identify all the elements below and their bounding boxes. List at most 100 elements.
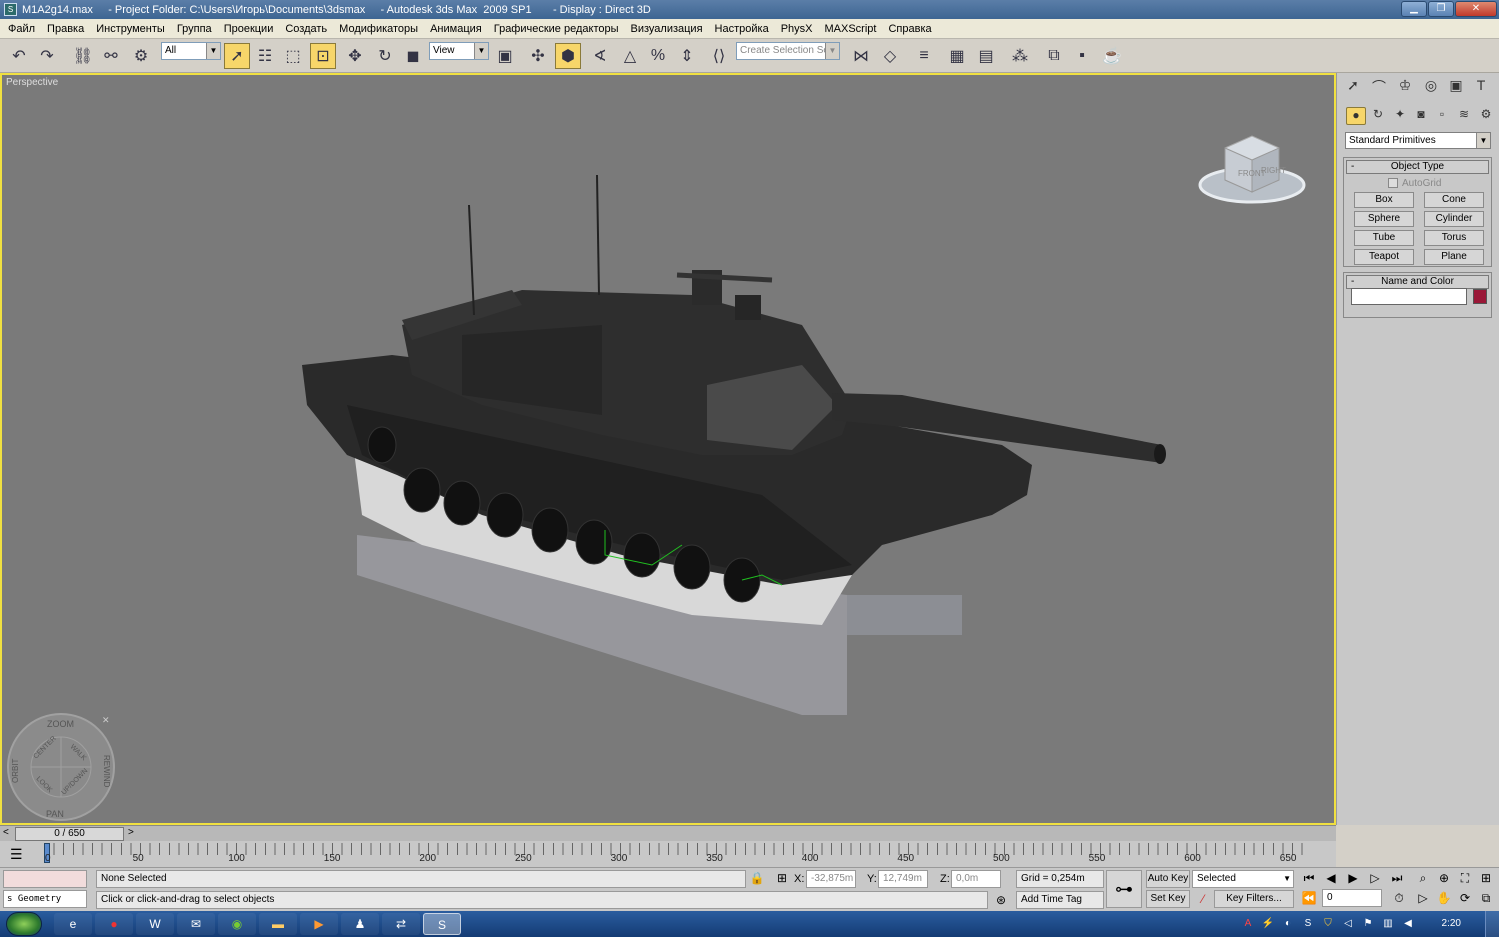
select-by-name-icon[interactable]: ☷ [252, 43, 278, 69]
go-to-end-icon[interactable]: ⏭ [1388, 869, 1406, 887]
primitive-tube-button[interactable]: Tube [1354, 230, 1414, 246]
zoom-icon[interactable]: ⌕ [1414, 869, 1432, 887]
wheel-pan[interactable]: PAN [46, 809, 64, 819]
menu-item-7[interactable]: Анимация [424, 23, 488, 35]
perspective-viewport[interactable]: Perspective FRONT RIGHT ZOOM PAN ORBIT R… [0, 73, 1336, 825]
object-color-swatch[interactable] [1473, 289, 1487, 304]
key-mode-dropdown[interactable]: Selected ▼ [1192, 870, 1294, 888]
explorer-icon[interactable]: ▬ [259, 913, 297, 935]
bind-spacewarp-icon[interactable]: ⚙ [128, 43, 154, 69]
prev-frame-icon[interactable]: ◀ [1322, 869, 1340, 887]
tray-security-icon[interactable]: ⛉ [1321, 917, 1335, 931]
time-config-icon[interactable]: ⏱ [1390, 889, 1408, 907]
show-desktop-button[interactable] [1485, 911, 1499, 937]
move-icon[interactable]: ✥ [342, 43, 368, 69]
manipulate-icon[interactable]: ✣ [525, 43, 551, 69]
opera-icon[interactable]: ● [95, 913, 133, 935]
time-prev-arrow[interactable]: < [3, 827, 9, 838]
lock-selection-icon[interactable]: 🔒 [748, 869, 766, 887]
time-slider[interactable]: < 0 / 650 > [0, 825, 1336, 841]
shapes-icon[interactable]: ↻ [1368, 107, 1388, 125]
category-dropdown[interactable]: Standard Primitives ▼ [1345, 132, 1491, 149]
select-object-icon[interactable]: ➚ [224, 43, 250, 69]
close-button[interactable]: ✕ [1455, 1, 1497, 17]
snap-3d-icon[interactable]: ∢ [587, 43, 613, 69]
menu-item-9[interactable]: Визуализация [625, 23, 709, 35]
taskbar-clock[interactable]: 2:20 [1442, 911, 1461, 937]
media-player-icon[interactable]: ▶ [300, 913, 338, 935]
next-frame-icon[interactable]: ▷ [1366, 869, 1384, 887]
scale-icon[interactable]: ◼ [400, 43, 426, 69]
primitive-box-button[interactable]: Box [1354, 192, 1414, 208]
tray-expand-icon[interactable]: ◁ [1341, 917, 1355, 931]
orbit-icon[interactable]: ⟳ [1456, 889, 1474, 907]
go-to-start-icon[interactable]: ⏮ [1300, 869, 1318, 887]
name-and-color-header[interactable]: - Name and Color [1346, 275, 1489, 289]
wheel-close-icon[interactable]: ✕ [102, 715, 110, 725]
menu-item-1[interactable]: Правка [41, 23, 90, 35]
lights-icon[interactable]: ✦ [1390, 107, 1410, 125]
pan-view-icon[interactable]: ✋ [1435, 889, 1453, 907]
menu-item-2[interactable]: Инструменты [90, 23, 171, 35]
auto-key-button[interactable]: Auto Key [1146, 870, 1190, 888]
display-tab-icon[interactable]: ▣ [1445, 77, 1467, 97]
wheel-zoom[interactable]: ZOOM [47, 719, 74, 729]
wheel-orbit[interactable]: ORBIT [11, 758, 20, 783]
people-icon[interactable]: ♟ [341, 913, 379, 935]
viewcube[interactable]: FRONT RIGHT [1197, 130, 1307, 210]
quick-render-icon[interactable]: ☕ [1099, 43, 1125, 69]
maximize-button[interactable]: ❐ [1428, 1, 1454, 17]
create-tab-icon[interactable]: ➚ [1342, 77, 1364, 97]
maxscript-mini-input[interactable]: s Geometry [3, 890, 87, 908]
align-icon[interactable]: ◇ [877, 43, 903, 69]
time-tag-icon[interactable]: ⊛ [992, 891, 1010, 909]
angle-snap-icon[interactable]: △ [617, 43, 643, 69]
geometry-icon[interactable]: ● [1346, 107, 1366, 125]
spinner-snap-icon[interactable]: ⇕ [674, 43, 700, 69]
word-icon[interactable]: W [136, 913, 174, 935]
3dsmax-task-icon[interactable]: S [423, 913, 461, 935]
primitive-torus-button[interactable]: Torus [1424, 230, 1484, 246]
primitive-sphere-button[interactable]: Sphere [1354, 211, 1414, 227]
tray-update-icon[interactable]: ⚡ [1261, 917, 1275, 931]
add-time-tag[interactable]: Add Time Tag [1016, 891, 1104, 909]
undo-icon[interactable]: ↶ [6, 43, 32, 69]
selection-filter-dropdown[interactable]: All ▼ [161, 42, 221, 60]
cameras-icon[interactable]: ◙ [1411, 107, 1431, 125]
select-link-icon[interactable]: ⛓ [70, 43, 96, 69]
mirror-icon[interactable]: ⋈ [848, 43, 874, 69]
y-coordinate-field[interactable]: 12,749m [878, 870, 928, 888]
modify-tab-icon[interactable]: ⌒ [1368, 77, 1390, 97]
key-filters-button[interactable]: Key Filters... [1214, 890, 1294, 908]
spacewarps-icon[interactable]: ≋ [1454, 107, 1474, 125]
unlink-icon[interactable]: ⚯ [98, 43, 124, 69]
schematic-icon[interactable]: ▤ [973, 43, 999, 69]
object-type-header[interactable]: - Object Type [1346, 160, 1489, 174]
curve-editor-mini-icon[interactable]: ☰ [10, 846, 23, 863]
minimize-button[interactable]: ▁ [1401, 1, 1427, 17]
material-editor-icon[interactable]: ⁂ [1007, 43, 1033, 69]
layer-manager-icon[interactable]: ≡ [911, 43, 937, 69]
track-bar[interactable]: ☰ 0 50 100 150 200 250 300 350 400 450 500 550 600 65… [0, 841, 1336, 867]
maximize-viewport-icon[interactable]: ⧉ [1477, 889, 1495, 907]
time-next-arrow[interactable]: > [128, 827, 134, 838]
render-setup-icon[interactable]: ⧉ [1041, 43, 1067, 69]
window-crossing-icon[interactable]: ⊡ [310, 43, 336, 69]
tank-model[interactable] [2, 75, 1334, 823]
default-tangent-icon[interactable]: ⁄ [1194, 890, 1212, 908]
ref-coord-dropdown[interactable]: View ▼ [429, 42, 489, 60]
percent-snap-icon[interactable]: % [645, 43, 671, 69]
redo-icon[interactable]: ↷ [34, 43, 60, 69]
edit-named-sel-icon[interactable]: ⟨⟩ [706, 43, 732, 69]
rect-region-icon[interactable]: ⬚ [280, 43, 306, 69]
tray-sync-icon[interactable]: ◐ [1281, 917, 1295, 931]
ie-icon[interactable]: e [54, 913, 92, 935]
tray-adobe-icon[interactable]: A [1241, 917, 1255, 931]
menu-item-3[interactable]: Группа [171, 23, 218, 35]
menu-item-8[interactable]: Графические редакторы [488, 23, 625, 35]
rotate-icon[interactable]: ↻ [372, 43, 398, 69]
motion-tab-icon[interactable]: ◎ [1420, 77, 1442, 97]
menu-item-13[interactable]: Справка [882, 23, 937, 35]
set-key-big-icon[interactable]: ⊶ [1106, 870, 1142, 908]
time-slider-thumb[interactable]: 0 / 650 [15, 827, 124, 841]
